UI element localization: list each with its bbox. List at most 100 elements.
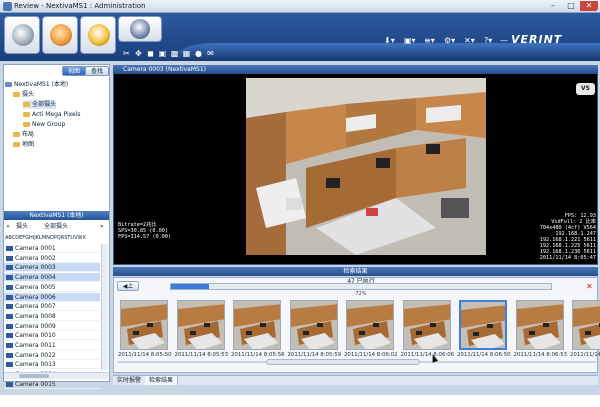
- camera-icon: [6, 352, 13, 358]
- camera-label: Camera 0010: [15, 332, 56, 340]
- brand-logo: VERINT: [511, 33, 563, 46]
- tree-item-all-cameras[interactable]: 全部摄头: [23, 100, 57, 109]
- tab-live-alarms[interactable]: 实时报警: [113, 376, 147, 385]
- thumbnail-image: [403, 301, 450, 349]
- zoom-icon[interactable]: ◼: [146, 49, 155, 58]
- layout-menu-icon[interactable]: ▣▾: [404, 36, 416, 45]
- camera-label: Camera 0005: [15, 283, 56, 291]
- result-thumbnail[interactable]: [233, 300, 281, 350]
- camera-icon: [6, 313, 13, 319]
- result-thumbnail[interactable]: [120, 300, 168, 350]
- progress-fill: [171, 284, 209, 289]
- camera-list-item[interactable]: Camera 0001: [4, 244, 100, 253]
- tree-item-new-group[interactable]: New Group: [23, 120, 65, 129]
- camera-icon: [6, 304, 13, 310]
- help-menu-icon[interactable]: ?▾: [484, 36, 492, 45]
- bell-icon: [88, 24, 110, 46]
- tab-search[interactable]: 查找: [85, 66, 110, 76]
- camera-list-scrollbar[interactable]: [101, 244, 108, 370]
- camera-label: Camera 0013: [15, 361, 56, 369]
- thumbnail-timestamp: 2011/11/14 8:06:53: [513, 352, 568, 358]
- tab-view[interactable]: 视图: [62, 66, 87, 76]
- maximize-button[interactable]: □: [562, 1, 580, 11]
- thumbnail-image: [234, 301, 280, 349]
- camera-list-item[interactable]: Camera 0015: [4, 380, 100, 389]
- camera-list-item[interactable]: Camera 0004: [4, 273, 100, 283]
- alarm-button[interactable]: [80, 16, 116, 54]
- tools-menu-icon[interactable]: ✕▾: [464, 36, 475, 45]
- thumbnail-timestamp: 2011/11/14 8:05:50: [118, 352, 172, 358]
- camera-icon: [6, 275, 13, 281]
- camera-list-item[interactable]: Camera 0011: [4, 341, 100, 350]
- thumbnail-timestamp: 2011/11/14 8:05:53: [174, 352, 229, 358]
- thumbnail-timestamp: 2011/11/14 8:06:56: [570, 352, 600, 358]
- result-thumbnail[interactable]: [459, 300, 507, 350]
- nav-back-icon[interactable]: «: [6, 222, 10, 232]
- print-icon[interactable]: ▦: [182, 49, 191, 58]
- result-thumbnail[interactable]: [176, 300, 225, 350]
- progress-percent: 72%: [355, 291, 367, 297]
- scroll-thumb[interactable]: [19, 374, 49, 378]
- minimize-button[interactable]: –: [544, 1, 562, 11]
- video-stats-right: FPS: 12.93 VidFull: 2 比率 704x480 (4cf) V…: [539, 213, 596, 261]
- video-stream-badge[interactable]: VS: [576, 83, 595, 95]
- result-thumbnail[interactable]: [346, 300, 394, 350]
- tree-item-layouts[interactable]: 布局: [13, 130, 34, 139]
- scroll-thumb[interactable]: [266, 359, 420, 365]
- close-button[interactable]: ✕: [580, 1, 598, 11]
- folder-icon: [23, 102, 30, 107]
- mail-icon[interactable]: ✉: [206, 49, 215, 58]
- camera-list-item[interactable]: Camera 0007: [4, 302, 100, 312]
- tree-item-maps[interactable]: 地图: [13, 140, 34, 149]
- operator-button[interactable]: [42, 16, 78, 54]
- camera-list-item[interactable]: Camera 0012: [4, 351, 100, 360]
- camera-icon: [6, 255, 13, 261]
- camera-list-item[interactable]: Camera 0003: [4, 263, 100, 273]
- camera-icon: [6, 265, 13, 271]
- camera-label: Camera 0004: [15, 274, 56, 282]
- result-thumbnail[interactable]: [289, 300, 338, 350]
- results-divider[interactable]: 检索结果: [113, 267, 598, 276]
- camera-icon: [6, 381, 13, 387]
- result-thumbnail[interactable]: [402, 300, 451, 350]
- camera-list-item[interactable]: Camera 0005: [4, 283, 100, 292]
- camera-view-button[interactable]: [4, 16, 40, 54]
- thumbnail-image: [516, 301, 563, 349]
- search-progress-bar: [170, 283, 552, 290]
- result-thumbnail[interactable]: [515, 300, 564, 350]
- nav-label-all-cameras[interactable]: 全部摄头: [44, 222, 68, 232]
- tab-search-results[interactable]: 检索结果: [145, 376, 179, 385]
- tree-item-acti[interactable]: Acti Mega Pixels: [23, 110, 81, 119]
- tree-item-cameras[interactable]: 摄头: [13, 90, 34, 99]
- results-scrollbar[interactable]: [118, 359, 596, 365]
- crop-icon[interactable]: ✂: [122, 49, 131, 58]
- results-close-icon[interactable]: ✕: [586, 282, 593, 291]
- camera-list-item[interactable]: Camera 0006: [4, 292, 100, 302]
- video-header: Camera 0003 (NextivaMS1): [113, 65, 598, 74]
- move-icon[interactable]: ✥: [134, 49, 143, 58]
- camera-label: Camera 0011: [15, 342, 56, 349]
- camera-list-item[interactable]: Camera 0008: [4, 312, 100, 321]
- download-menu-icon[interactable]: ⬇▾: [384, 36, 395, 45]
- record-icon[interactable]: ●: [194, 49, 203, 58]
- nav-label-cameras[interactable]: 摄头: [16, 222, 28, 232]
- server-icon: [5, 82, 12, 87]
- review-button[interactable]: [118, 16, 162, 42]
- results-back-button[interactable]: ◀上: [117, 281, 139, 291]
- alphabet-filter[interactable]: ABCDEFGHIJKLMNOPQRSTUVWX: [5, 235, 86, 241]
- export-icon[interactable]: ▩: [170, 49, 179, 58]
- result-thumbnail[interactable]: [572, 300, 600, 350]
- list-menu-icon[interactable]: ≡▾: [424, 36, 435, 45]
- camera-icon: [12, 24, 34, 46]
- left-horizontal-scrollbar[interactable]: [4, 372, 109, 379]
- camera-list-item[interactable]: Camera 0002: [4, 254, 100, 263]
- camera-list-item[interactable]: Camera 0009: [4, 322, 100, 331]
- tree-item-server[interactable]: NextivaMS1 (本地): [5, 80, 68, 89]
- camera-list-item[interactable]: Camera 0010: [4, 331, 100, 341]
- folder-icon: [23, 122, 30, 127]
- minimize-toolbar-icon[interactable]: —: [500, 36, 508, 45]
- settings-menu-icon[interactable]: ⚙▾: [444, 36, 455, 45]
- nav-forward-icon[interactable]: »: [100, 222, 104, 232]
- snapshot-icon[interactable]: ▣: [158, 49, 167, 58]
- camera-list-item[interactable]: Camera 0013: [4, 360, 100, 370]
